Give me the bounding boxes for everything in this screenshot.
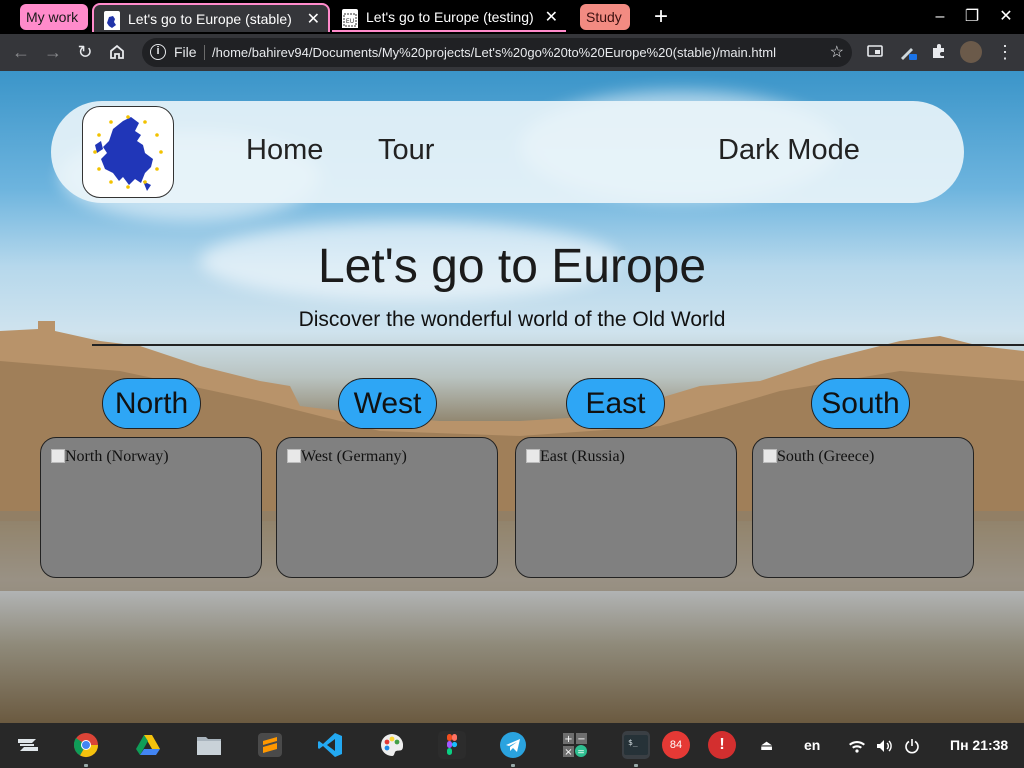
page-viewport: Home Tour Dark Mode Let's go to Europe D… — [0, 71, 1024, 723]
region-card-east[interactable]: East (Russia) — [515, 437, 737, 578]
scheme-label: File — [174, 44, 197, 60]
broken-image-icon — [287, 449, 301, 463]
svg-text:×: × — [564, 747, 572, 758]
tab-group-my-work[interactable]: My work — [20, 4, 88, 30]
media-router-icon[interactable] — [866, 42, 886, 62]
europe-map-favicon-icon — [104, 11, 120, 30]
omnibox-divider — [204, 45, 205, 60]
figma-icon[interactable] — [438, 731, 466, 759]
running-indicator — [84, 764, 88, 767]
os-taskbar: + − × = $_ 84 ! ⏏ en Пн 21:38 — [0, 723, 1024, 768]
nav-link-home[interactable]: Home — [246, 131, 323, 169]
region-card-north[interactable]: North (Norway) — [40, 437, 262, 578]
europe-map-logo[interactable] — [82, 106, 174, 198]
svg-text:=: = — [577, 748, 585, 758]
dark-mode-toggle[interactable]: Dark Mode — [718, 131, 860, 169]
updates-badge-icon[interactable]: 84 — [662, 731, 690, 759]
browser-toolbar: ← → ↻ i File /home/bahirev94/Documents/M… — [0, 34, 1024, 71]
broken-image: South (Greece) — [763, 448, 874, 466]
tab-title: Let's go to Europe (stable) — [128, 11, 292, 27]
tab-strip: My work Let's go to Europe (stable) ✕ EU… — [0, 0, 1024, 34]
new-tab-button[interactable]: + — [654, 2, 668, 32]
forward-arrow-icon[interactable]: → — [40, 39, 66, 65]
divider — [92, 344, 1024, 346]
color-palette-icon[interactable] — [378, 731, 406, 759]
back-arrow-icon[interactable]: ← — [8, 39, 34, 65]
home-icon[interactable] — [104, 39, 130, 65]
svg-text:+: + — [564, 734, 572, 745]
clock[interactable]: Пн 21:38 — [950, 723, 1008, 768]
bookmark-star-icon[interactable]: ☆ — [830, 38, 844, 67]
calculator-icon[interactable]: + − × = — [561, 731, 589, 759]
tab-group-study[interactable]: Study — [580, 4, 630, 30]
close-window-button[interactable]: ✕ — [994, 4, 1018, 30]
profile-avatar[interactable] — [960, 41, 982, 63]
broken-image: West (Germany) — [287, 448, 407, 466]
power-icon[interactable] — [904, 723, 920, 768]
running-indicator — [634, 764, 638, 767]
svg-text:−: − — [577, 734, 585, 745]
site-navbar: Home Tour Dark Mode — [51, 101, 964, 203]
broken-image-icon — [763, 449, 777, 463]
tab-testing[interactable]: EU Let's go to Europe (testing) ✕ — [332, 3, 566, 32]
image-alt-text: East (Russia) — [540, 448, 625, 465]
svg-text:$_: $_ — [628, 738, 638, 747]
chrome-icon[interactable] — [72, 731, 100, 759]
reload-icon[interactable]: ↻ — [72, 39, 98, 65]
page-subtitle: Discover the wonderful world of the Old … — [298, 308, 726, 331]
terminal-icon[interactable]: $_ — [622, 731, 650, 759]
broken-image-icon — [51, 449, 65, 463]
maximize-button[interactable]: ❐ — [960, 4, 984, 30]
pen-extension-icon[interactable] — [898, 42, 918, 62]
volume-icon[interactable] — [876, 723, 894, 768]
region-card-west[interactable]: West (Germany) — [276, 437, 498, 578]
info-icon[interactable]: i — [150, 44, 166, 60]
region-button-south[interactable]: South — [811, 378, 910, 429]
vscode-icon[interactable] — [316, 731, 344, 759]
extensions-puzzle-icon[interactable] — [930, 42, 950, 62]
menu-kebab-icon[interactable]: ⋮ — [992, 39, 1018, 65]
wifi-icon[interactable] — [848, 723, 866, 768]
tab-close-icon[interactable]: ✕ — [545, 3, 558, 32]
eject-icon[interactable]: ⏏ — [760, 723, 773, 768]
tab-close-icon[interactable]: ✕ — [307, 5, 320, 34]
broken-image: North (Norway) — [51, 448, 169, 466]
keyboard-layout-indicator[interactable]: en — [804, 723, 820, 768]
image-alt-text: South (Greece) — [777, 448, 875, 465]
tab-title: Let's go to Europe (testing) — [366, 9, 534, 25]
broken-image-icon — [526, 449, 540, 463]
files-folder-icon[interactable] — [195, 731, 223, 759]
minimize-button[interactable]: ‒ — [928, 4, 952, 30]
running-indicator — [511, 764, 515, 767]
zorin-menu-icon[interactable] — [14, 731, 42, 759]
europe-map-favicon-icon: EU — [342, 9, 358, 28]
url-text[interactable]: /home/bahirev94/Documents/My%20projects/… — [212, 38, 776, 67]
image-alt-text: West (Germany) — [301, 448, 407, 465]
sublime-text-icon[interactable] — [256, 731, 284, 759]
region-button-north[interactable]: North — [102, 378, 201, 429]
region-button-west[interactable]: West — [338, 378, 437, 429]
alert-icon[interactable]: ! — [708, 731, 736, 759]
address-bar[interactable]: i File /home/bahirev94/Documents/My%20pr… — [142, 38, 852, 67]
image-alt-text: North (Norway) — [65, 448, 169, 465]
google-drive-icon[interactable] — [134, 731, 162, 759]
region-button-east[interactable]: East — [566, 378, 665, 429]
svg-text:EU: EU — [346, 18, 354, 25]
telegram-icon[interactable] — [499, 731, 527, 759]
region-card-south[interactable]: South (Greece) — [752, 437, 974, 578]
tab-stable[interactable]: Let's go to Europe (stable) ✕ — [92, 3, 330, 32]
broken-image: East (Russia) — [526, 448, 625, 466]
nav-link-tour[interactable]: Tour — [378, 131, 434, 169]
page-title: Let's go to Europe — [317, 240, 707, 293]
